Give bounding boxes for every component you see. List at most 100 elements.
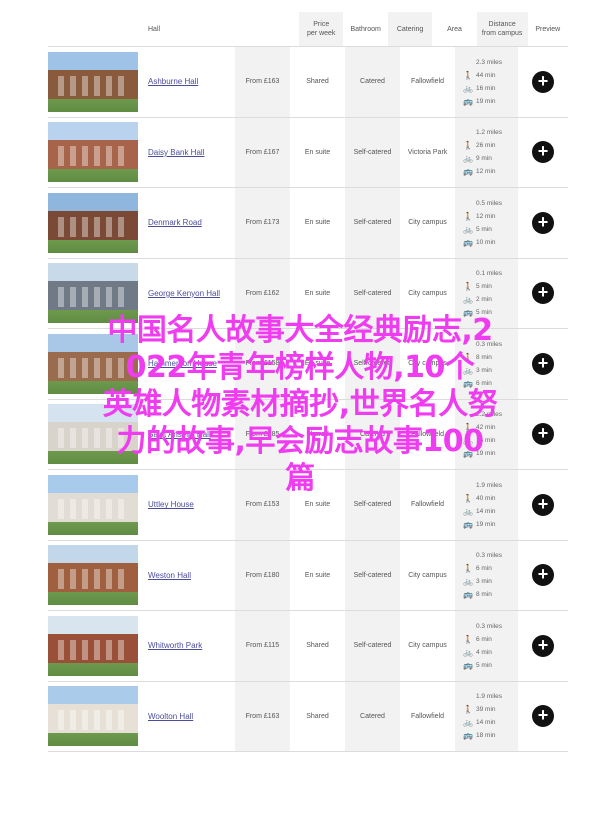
hall-link[interactable]: Ashburne Hall <box>148 77 198 86</box>
price-cell: From £163 <box>235 47 290 117</box>
walk-time: 6 min <box>476 565 492 573</box>
thumb-cell <box>48 47 140 117</box>
hall-cell: Woolton Hall <box>140 682 235 752</box>
bus-icon: 🚌 <box>463 590 473 600</box>
bus-time: 18 min <box>476 732 496 740</box>
bathroom-cell: En suite <box>304 571 331 579</box>
walk-icon: 🚶 <box>463 70 473 80</box>
bike-icon: 🚲 <box>463 718 473 728</box>
bike-time: 14 min <box>476 719 496 727</box>
walk-time: 39 min <box>476 706 496 714</box>
distance-miles: 0.1 miles <box>476 270 503 278</box>
bus-time: 8 min <box>476 591 492 599</box>
bathroom-cell: En suite <box>304 148 331 156</box>
preview-cell: + <box>518 188 568 258</box>
bathroom-cell: En suite <box>304 219 331 227</box>
bus-time: 12 min <box>476 168 496 176</box>
bike-time: 5 min <box>476 225 492 233</box>
bike-time: 4 min <box>476 648 492 656</box>
hall-photo <box>48 192 138 253</box>
area-cell: City campus <box>408 642 447 650</box>
bike-time: 9 min <box>476 155 492 163</box>
hall-cell: Ashburne Hall <box>140 47 235 117</box>
area-cell: Fallowfield <box>410 78 445 86</box>
preview-plus-button[interactable]: + <box>532 564 554 587</box>
hall-photo <box>48 122 138 183</box>
hall-cell: Weston Hall <box>140 541 235 611</box>
hall-link[interactable]: Denmark Road <box>148 218 202 227</box>
distance-miles: 1.9 miles <box>476 693 503 701</box>
hall-photo <box>48 545 138 606</box>
bike-icon: 🚲 <box>463 647 473 657</box>
bus-time: 19 min <box>476 97 496 105</box>
hall-link[interactable]: Woolton Hall <box>148 712 193 721</box>
bike-time: 3 min <box>476 578 492 586</box>
table-row: Woolton Hall From £163 Shared Catered Fa… <box>48 681 568 752</box>
price-cell: From £115 <box>235 611 290 681</box>
distance-cell: 2.3 miles 🚶 44 min 🚲 16 min 🚌 19 min <box>455 47 518 117</box>
catering-cell: Self-catered <box>345 188 400 258</box>
catering-cell: Catered <box>345 47 400 117</box>
bus-icon: 🚌 <box>463 167 473 177</box>
walk-time: 44 min <box>476 71 496 79</box>
hall-link[interactable]: Whitworth Park <box>148 641 202 650</box>
distance-miles: 0.3 miles <box>476 552 503 560</box>
walk-time: 12 min <box>476 212 496 220</box>
distance-cell: 0.5 miles 🚶 12 min 🚲 5 min 🚌 10 min <box>455 188 518 258</box>
hall-cell: Denmark Road <box>140 188 235 258</box>
walk-icon: 🚶 <box>463 705 473 715</box>
bike-icon: 🚲 <box>463 83 473 93</box>
hall-photo <box>48 686 138 747</box>
header-area: Area <box>447 25 462 33</box>
distance-miles: 1.2 miles <box>476 129 503 137</box>
preview-cell: + <box>518 118 568 188</box>
distance-cell: 0.3 miles 🚶 6 min 🚲 3 min 🚌 8 min <box>455 540 518 610</box>
table-row: Denmark Road From £173 En suite Self-cat… <box>48 188 568 259</box>
bike-icon: 🚲 <box>463 577 473 587</box>
header-distance: Distance from campus <box>476 12 528 46</box>
distance-cell: 0.3 miles 🚶 6 min 🚲 4 min 🚌 5 min <box>455 611 518 681</box>
preview-plus-button[interactable]: + <box>532 70 554 93</box>
preview-plus-button[interactable]: + <box>532 493 554 516</box>
hall-photo <box>48 615 138 676</box>
bus-icon: 🚌 <box>463 660 473 670</box>
preview-cell: + <box>518 47 568 117</box>
hall-link[interactable]: Daisy Bank Hall <box>148 148 204 157</box>
walk-icon: 🚶 <box>463 211 473 221</box>
catering-cell: Self-catered <box>345 611 400 681</box>
bike-icon: 🚲 <box>463 224 473 234</box>
bus-icon: 🚌 <box>463 731 473 741</box>
bike-time: 14 min <box>476 507 496 515</box>
thumb-cell <box>48 188 140 258</box>
hall-cell: Whitworth Park <box>140 611 235 681</box>
table-row: Daisy Bank Hall From £167 En suite Self-… <box>48 117 568 188</box>
preview-plus-button[interactable]: + <box>532 141 554 164</box>
bike-time: 2 min <box>476 296 492 304</box>
preview-plus-button[interactable]: + <box>532 705 554 728</box>
header-catering: Catering <box>387 12 433 46</box>
bathroom-cell: Shared <box>306 78 329 86</box>
walk-time: 5 min <box>476 283 492 291</box>
price-cell: From £180 <box>235 540 290 610</box>
bathroom-cell: Shared <box>306 642 329 650</box>
walk-time: 26 min <box>476 142 496 150</box>
hall-link[interactable]: Uttley House <box>148 500 194 509</box>
distance-miles: 0.3 miles <box>476 622 503 630</box>
preview-plus-button[interactable]: + <box>532 282 554 305</box>
distance-cell: 1.2 miles 🚶 26 min 🚲 9 min 🚌 12 min <box>455 117 518 187</box>
hall-link[interactable]: Weston Hall <box>148 571 191 580</box>
area-cell: City campus <box>408 571 447 579</box>
bus-icon: 🚌 <box>463 519 473 529</box>
bike-icon: 🚲 <box>463 506 473 516</box>
area-cell: Fallowfield <box>410 712 445 720</box>
preview-plus-button[interactable]: + <box>532 634 554 657</box>
header-price: Price per week <box>299 12 344 46</box>
distance-miles: 0.5 miles <box>476 199 503 207</box>
thumb-cell <box>48 541 140 611</box>
preview-plus-button[interactable]: + <box>532 211 554 234</box>
walk-icon: 🚶 <box>463 282 473 292</box>
header-hall: Hall <box>148 25 161 33</box>
bike-time: 16 min <box>476 84 496 92</box>
hall-link[interactable]: George Kenyon Hall <box>148 289 220 298</box>
hall-cell: Daisy Bank Hall <box>140 118 235 188</box>
